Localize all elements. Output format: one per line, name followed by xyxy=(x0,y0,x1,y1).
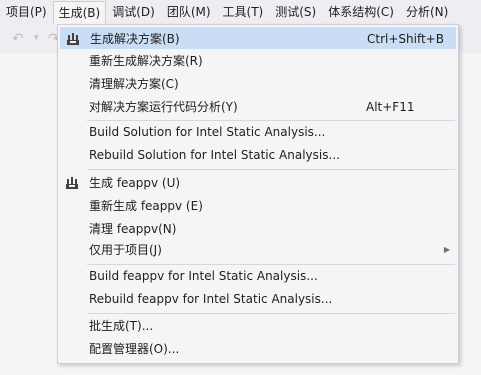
menu-item-clean-project[interactable]: 清理 feappv(N) xyxy=(60,218,456,240)
menu-item-rebuild-solution-intel[interactable]: Rebuild Solution for Intel Static Analys… xyxy=(60,144,456,166)
menu-separator xyxy=(87,169,455,170)
menu-item-label: 清理解决方案(C) xyxy=(89,77,179,91)
menu-project[interactable]: 项目(P) xyxy=(0,0,53,25)
menu-item-rebuild-project[interactable]: 重新生成 feappv (E) xyxy=(60,195,456,217)
menu-item-label: 重新生成 feappv (E) xyxy=(89,199,203,213)
menu-item-build-solution-intel[interactable]: Build Solution for Intel Static Analysis… xyxy=(60,121,456,143)
menu-team[interactable]: 团队(M) xyxy=(161,0,217,25)
menu-item-run-code-analysis[interactable]: 对解决方案运行代码分析(Y) Alt+F11 xyxy=(60,96,456,118)
menu-item-shortcut: Alt+F11 xyxy=(366,100,415,114)
menu-tools[interactable]: 工具(T) xyxy=(217,0,270,25)
menu-item-rebuild-project-intel[interactable]: Rebuild feappv for Intel Static Analysis… xyxy=(60,288,456,310)
menu-item-build-project[interactable]: 生成 feappv (U) xyxy=(60,172,456,194)
menu-item-label: 生成解决方案(B) xyxy=(90,32,180,46)
menu-analyze[interactable]: 分析(N) xyxy=(400,0,454,25)
menu-architecture[interactable]: 体系结构(C) xyxy=(322,0,400,25)
menu-separator xyxy=(87,313,455,314)
menu-item-label: 重新生成解决方案(R) xyxy=(89,54,203,68)
menu-item-label: 仅用于项目(J) xyxy=(89,243,162,257)
menu-item-label: 生成 feappv (U) xyxy=(89,176,181,190)
undo-icon[interactable]: ↶ xyxy=(12,31,24,47)
build-solution-icon xyxy=(67,33,79,45)
submenu-arrow-icon: ▶ xyxy=(443,245,450,254)
menu-build[interactable]: 生成(B) xyxy=(52,0,107,26)
menu-item-clean-solution[interactable]: 清理解决方案(C) xyxy=(60,73,456,95)
menu-bar: 项目(P) 生成(B) 调试(D) 团队(M) 工具(T) 测试(S) 体系结构… xyxy=(0,0,481,26)
menu-item-build-solution[interactable]: 生成解决方案(B) Ctrl+Shift+B xyxy=(60,27,456,49)
menu-item-project-only[interactable]: 仅用于项目(J) ▶ xyxy=(60,239,456,261)
menu-debug[interactable]: 调试(D) xyxy=(106,0,161,25)
menu-item-configuration-manager[interactable]: 配置管理器(O)... xyxy=(60,338,456,360)
menu-item-rebuild-solution[interactable]: 重新生成解决方案(R) xyxy=(60,50,456,72)
menu-item-label: 配置管理器(O)... xyxy=(89,342,180,356)
menu-item-batch-build[interactable]: 批生成(T)... xyxy=(60,315,456,337)
build-menu-dropdown: 生成解决方案(B) Ctrl+Shift+B 重新生成解决方案(R) 清理解决方… xyxy=(57,24,459,364)
undo-dropdown-icon[interactable]: ▾ xyxy=(34,33,39,43)
menu-item-shortcut: Ctrl+Shift+B xyxy=(367,32,444,46)
menu-test[interactable]: 测试(S) xyxy=(269,0,322,25)
menu-item-label: 对解决方案运行代码分析(Y) xyxy=(89,100,238,114)
menu-item-label: Rebuild Solution for Intel Static Analys… xyxy=(89,148,340,162)
menu-item-label: 清理 feappv(N) xyxy=(89,222,177,236)
menu-item-label: Build Solution for Intel Static Analysis… xyxy=(89,125,326,139)
menu-item-build-project-intel[interactable]: Build feappv for Intel Static Analysis..… xyxy=(60,265,456,287)
menu-item-label: Rebuild feappv for Intel Static Analysis… xyxy=(89,292,333,306)
build-project-icon xyxy=(66,177,78,189)
menu-item-label: 批生成(T)... xyxy=(89,319,154,333)
menu-item-label: Build feappv for Intel Static Analysis..… xyxy=(89,269,318,283)
